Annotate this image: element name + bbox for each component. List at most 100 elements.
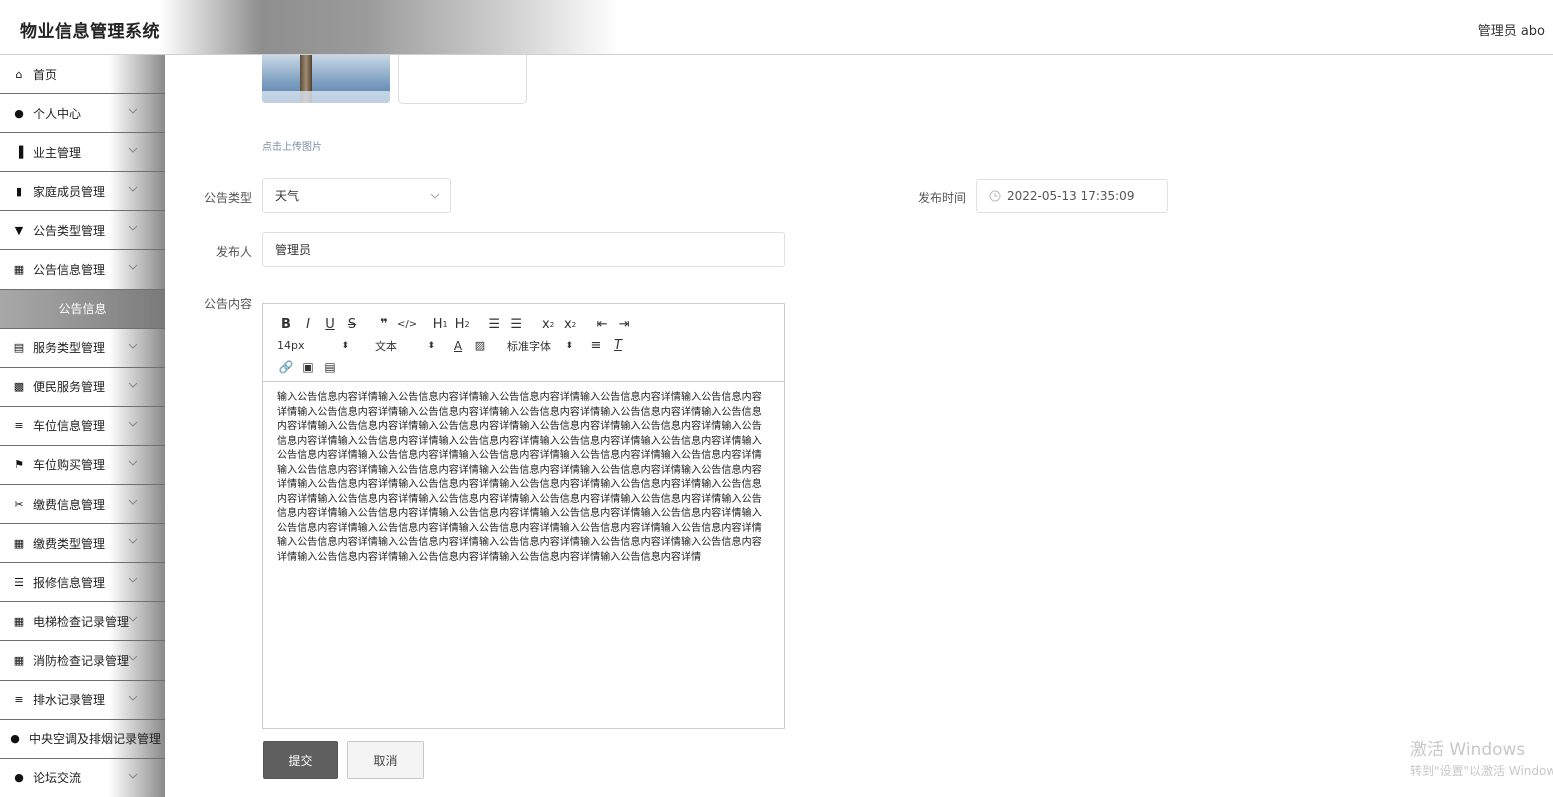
font-size-value: 14px: [277, 339, 305, 352]
submit-button[interactable]: 提交: [263, 741, 338, 779]
outdent-button[interactable]: ⇤: [593, 316, 611, 334]
editor-content[interactable]: 输入公告信息内容详情输入公告信息内容详情输入公告信息内容详情输入公告信息内容详情…: [263, 382, 784, 565]
sidebar-item-15[interactable]: ▦ 消防检查记录管理: [0, 641, 165, 681]
font-size-picker[interactable]: 14px ⬍: [277, 339, 349, 352]
grid-icon: ▦: [13, 536, 25, 550]
sidebar-item-9[interactable]: ≡ 车位信息管理: [0, 407, 165, 446]
sidebar-item-label: 车位信息管理: [33, 419, 106, 434]
sidebar-item-label: 业主管理: [33, 145, 82, 160]
sidebar-item-label: 报修信息管理: [33, 575, 106, 590]
indent-button[interactable]: ⇥: [615, 316, 633, 334]
chevron-down-icon: [128, 577, 138, 583]
subscript-button[interactable]: x2: [539, 316, 557, 334]
strike-button[interactable]: S: [343, 316, 361, 334]
sidebar-item-8[interactable]: ▩ 便民服务管理: [0, 368, 165, 407]
sidebar-item-6[interactable]: 公告信息: [0, 289, 165, 329]
bar-chart-icon: ▮: [15, 184, 23, 198]
editor-toolbar: B I U S ❞ </> H1 H2 ☰ ☰ x2 x2 ⇤ ⇥ 14px ⬍…: [263, 304, 784, 382]
italic-button[interactable]: I: [299, 316, 317, 334]
sidebar-item-label: 个人中心: [33, 106, 82, 121]
chevron-down-icon: [430, 193, 440, 199]
publish-time-picker[interactable]: 2022-05-13 17:35:09: [976, 179, 1168, 213]
header-gradient: [160, 0, 620, 54]
sliders-icon: ☰: [14, 575, 24, 589]
chevron-down-icon: [128, 186, 138, 192]
sidebar-item-5[interactable]: ▦ 公告信息管理: [0, 250, 165, 290]
image-icon[interactable]: ▣: [299, 358, 317, 376]
chart-columns-icon: ▐: [14, 145, 24, 159]
font-family-value: 标准字体: [507, 339, 551, 353]
sidebar-item-7[interactable]: ▤ 服务类型管理: [0, 329, 165, 368]
sidebar-item-1[interactable]: ● 个人中心: [0, 94, 165, 134]
picture-icon: ▩: [13, 380, 25, 394]
heading1-button[interactable]: H1: [431, 316, 449, 334]
sidebar-menu: ⌂ 首页 ● 个人中心 ▐ 业主管理 ▮ 家庭成员管理 ▼ 公告类型管理 ▦ 公告信息管理 公告信息 ▤ 服…: [0, 55, 165, 797]
sidebar-item-4[interactable]: ▼ 公告类型管理: [0, 211, 165, 251]
publish-time-value: 2022-05-13 17:35:09: [1007, 189, 1135, 203]
sidebar-item-17[interactable]: ● 中央空调及排烟记录管理: [0, 720, 165, 759]
bullet-list-button[interactable]: ☰: [507, 316, 525, 334]
ordered-list-button[interactable]: ☰: [485, 316, 503, 334]
home-icon: ⌂: [15, 67, 23, 81]
align-button[interactable]: ≡: [587, 337, 605, 355]
background-color-button[interactable]: ▨: [471, 337, 489, 355]
sidebar-item-3[interactable]: ▮ 家庭成员管理: [0, 172, 165, 212]
sidebar-item-16[interactable]: ≡ 排水记录管理: [0, 681, 165, 720]
video-icon[interactable]: ▤: [321, 358, 339, 376]
chevron-down-icon: [128, 538, 138, 544]
upload-hint[interactable]: 点击上传图片: [262, 138, 322, 153]
superscript-button[interactable]: x2: [561, 316, 579, 334]
image-upload-box[interactable]: [398, 55, 527, 104]
sidebar-item-label: 论坛交流: [33, 771, 82, 786]
sidebar-item-2[interactable]: ▐ 业主管理: [0, 133, 165, 173]
sidebar-item-label: 车位购买管理: [33, 458, 106, 473]
link-icon[interactable]: 🔗: [277, 358, 295, 376]
sidebar-item-14[interactable]: ▦ 电梯检查记录管理: [0, 602, 165, 642]
cancel-button[interactable]: 取消: [347, 741, 424, 779]
sidebar-item-10[interactable]: ⚑ 车位购买管理: [0, 446, 165, 486]
header-value: 文本: [375, 339, 397, 353]
sidebar-item-0[interactable]: ⌂ 首页: [0, 55, 165, 95]
sidebar-item-label: 缴费信息管理: [33, 497, 106, 512]
header-picker[interactable]: 文本 ⬍: [363, 338, 435, 354]
sidebar-item-label: 家庭成员管理: [33, 184, 106, 199]
sidebar-item-13[interactable]: ☰ 报修信息管理: [0, 563, 165, 603]
sidebar-item-label: 中央空调及排烟记录管理: [29, 732, 162, 747]
rich-text-editor[interactable]: B I U S ❞ </> H1 H2 ☰ ☰ x2 x2 ⇤ ⇥ 14px ⬍…: [262, 303, 785, 729]
document-icon: ▤: [13, 341, 25, 355]
publish-time-label: 发布时间: [917, 191, 966, 205]
underline-button[interactable]: U: [321, 316, 339, 334]
chevron-down-icon: [128, 382, 138, 388]
notice-type-value: 天气: [275, 189, 300, 203]
bold-button[interactable]: B: [277, 316, 295, 334]
chevron-down-icon: [128, 421, 138, 427]
main-content: 点击上传图片 公告类型 天气 发布时间 2022-05-13 17:35:09 …: [182, 55, 1553, 797]
font-color-button[interactable]: A: [449, 337, 467, 355]
sidebar-item-18[interactable]: ● 论坛交流: [0, 759, 165, 797]
image-snow: [262, 91, 390, 103]
chevron-down-icon: [128, 147, 138, 153]
windows-activation-watermark: 激活 Windows 转到"设置"以激活 Windows。: [1410, 735, 1553, 779]
sidebar-item-label: 公告信息管理: [33, 263, 106, 278]
font-family-picker[interactable]: 标准字体 ⬍: [493, 338, 573, 354]
publisher-input[interactable]: 管理员: [262, 232, 785, 267]
chevron-down-icon: [128, 499, 138, 505]
blockquote-button[interactable]: ❞: [375, 316, 393, 334]
code-block-button[interactable]: </>: [397, 316, 417, 334]
sidebar-item-label: 服务类型管理: [33, 341, 106, 356]
sidebar-item-11[interactable]: ✂ 缴费信息管理: [0, 485, 165, 525]
heading2-button[interactable]: H2: [453, 316, 471, 334]
location-pin-icon: ●: [10, 732, 20, 746]
current-user-label[interactable]: 管理员 abo: [1478, 20, 1545, 39]
sidebar-item-12[interactable]: ▦ 缴费类型管理: [0, 524, 165, 564]
clean-format-button[interactable]: T: [609, 337, 627, 355]
sidebar-item-label: 便民服务管理: [33, 380, 106, 395]
toolbar-row-1: B I U S ❞ </> H1 H2 ☰ ☰ x2 x2 ⇤ ⇥: [277, 314, 784, 335]
sidebar-item-label: 公告信息: [58, 302, 107, 317]
toolbar-row-3: 🔗 ▣ ▤: [277, 356, 784, 377]
chevron-down-icon: [128, 460, 138, 466]
sidebar-item-label: 公告类型管理: [33, 223, 106, 238]
pin-icon: ▼: [14, 223, 24, 237]
notice-type-select[interactable]: 天气: [262, 178, 451, 213]
uploaded-image-thumbnail[interactable]: [262, 55, 390, 103]
